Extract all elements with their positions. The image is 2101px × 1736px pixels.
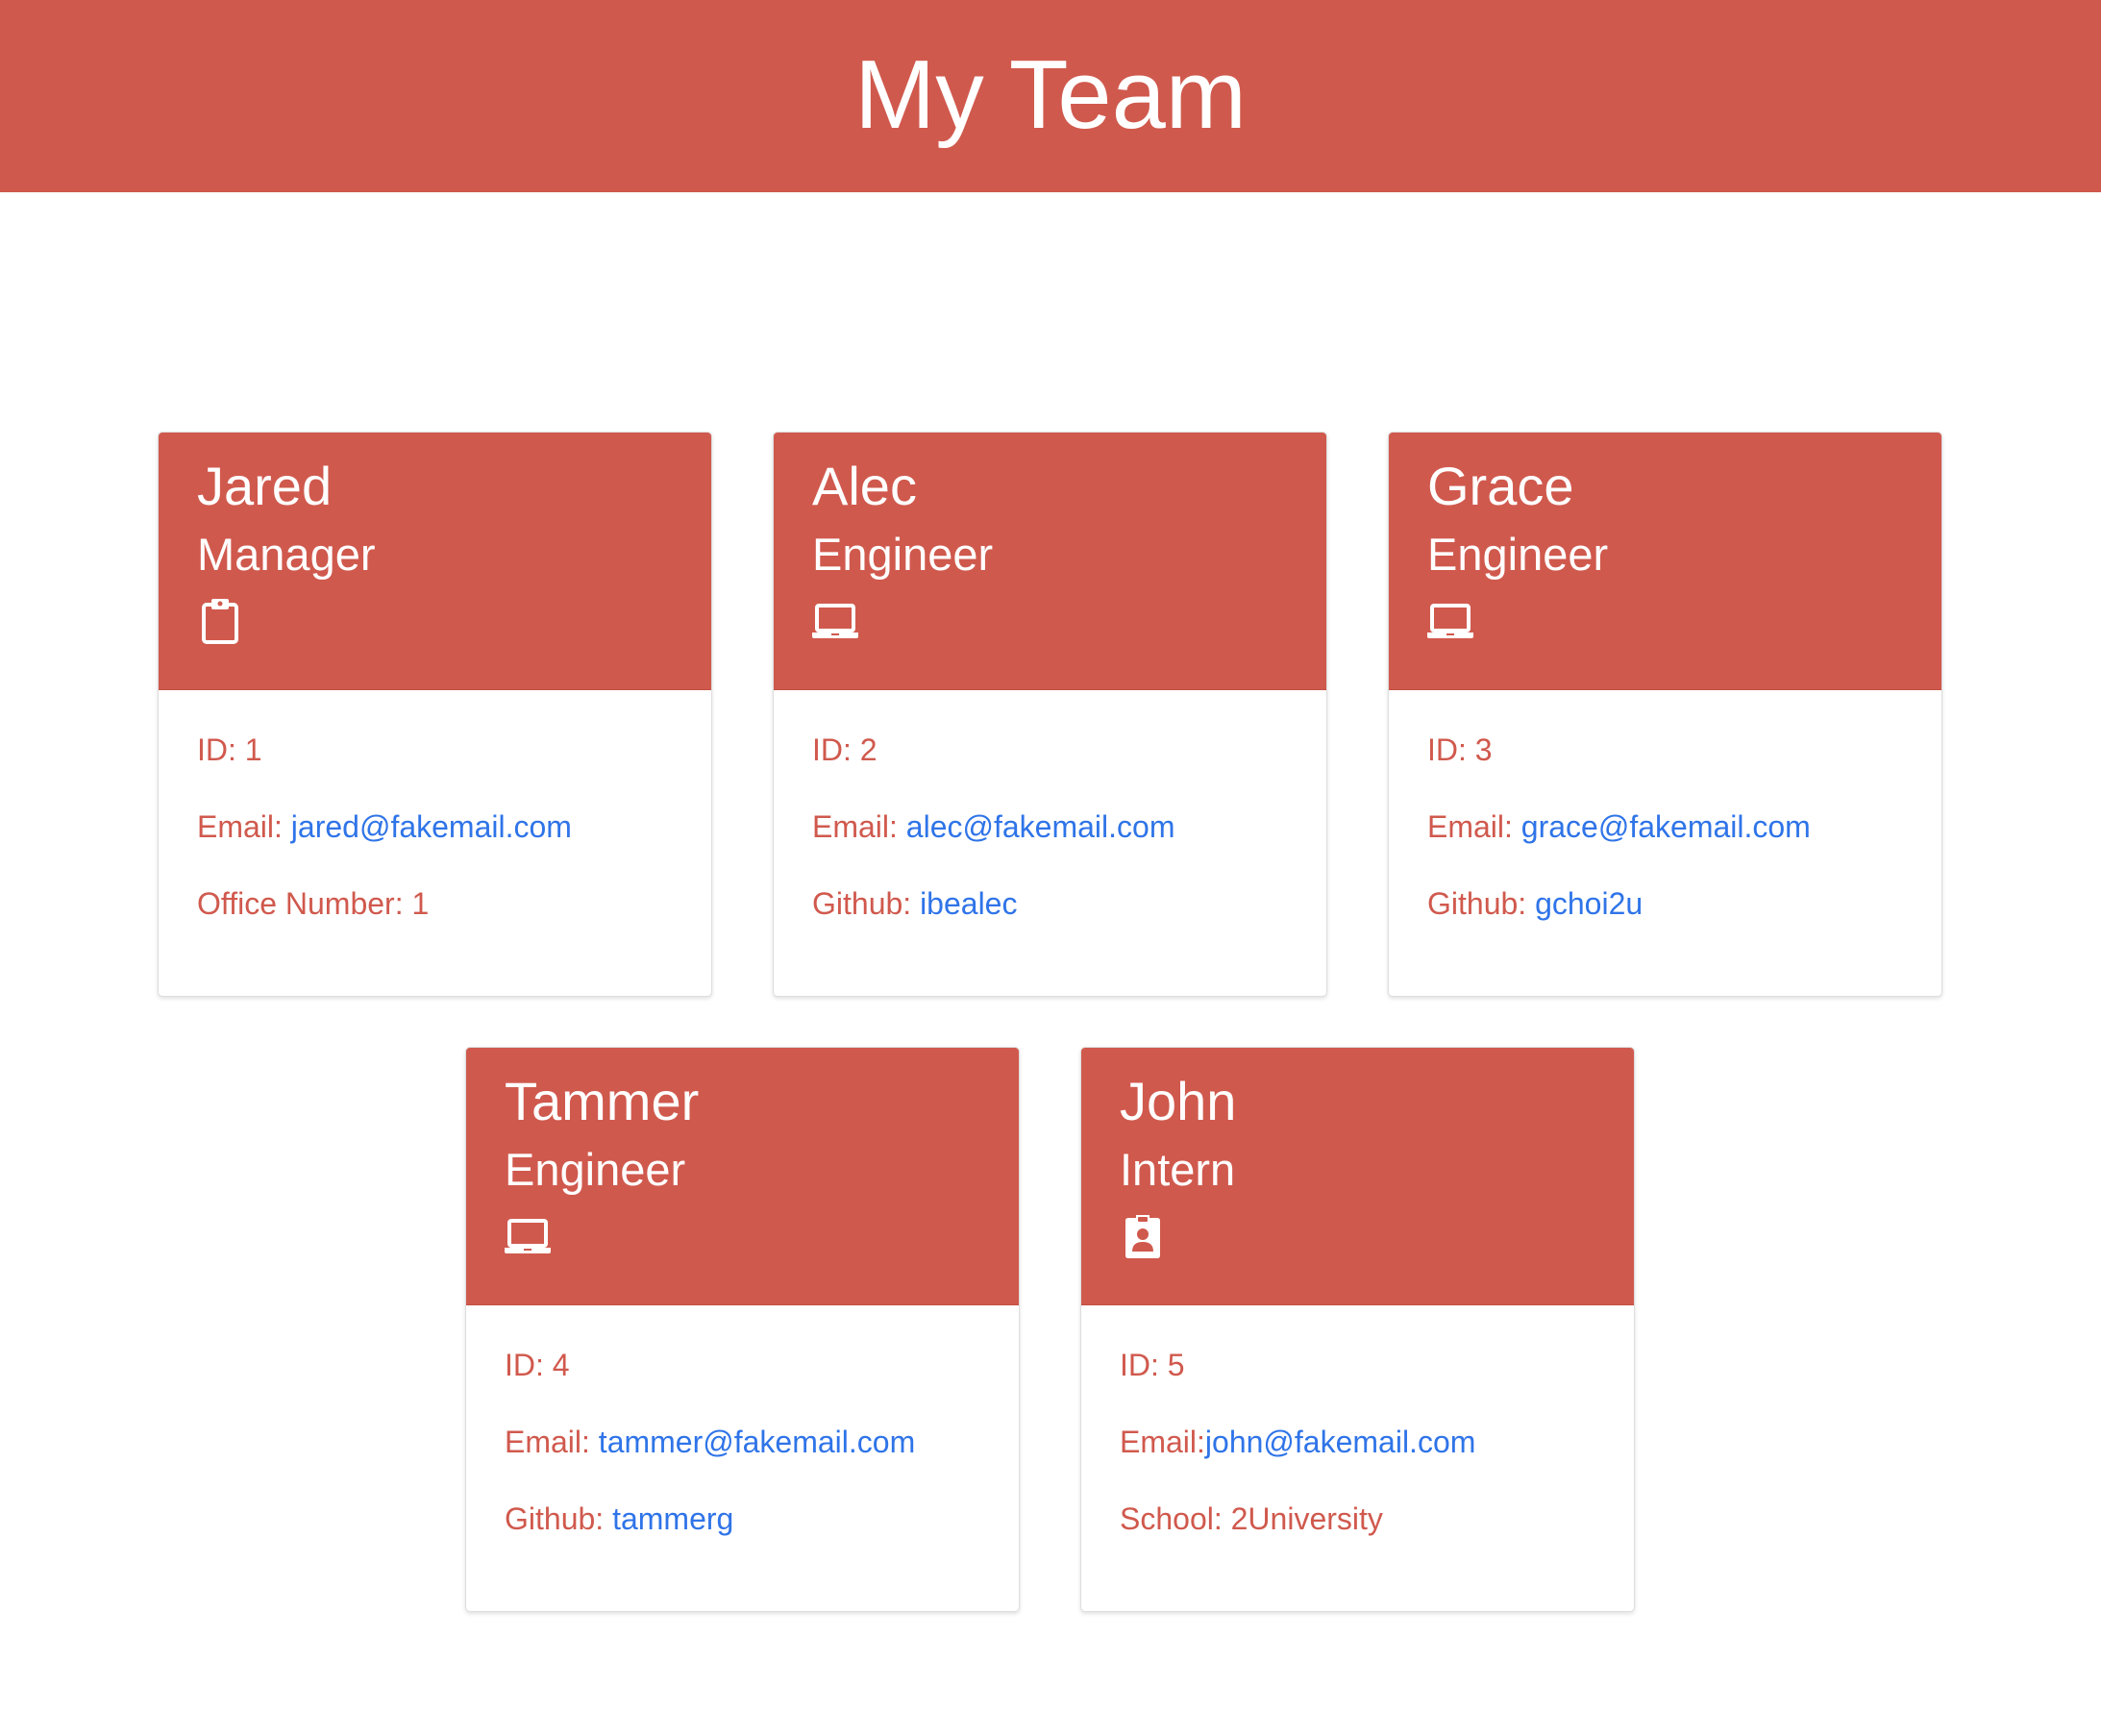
- github-label: Github:: [505, 1501, 605, 1536]
- github-row: Github: ibealec: [812, 884, 1288, 923]
- school-row: School: 2University: [1120, 1500, 1595, 1538]
- card-header: Alec Engineer: [774, 433, 1326, 690]
- employee-name: Grace: [1427, 456, 1574, 516]
- employee-card-alec: Alec Engineer ID: 2 Email: alec@fakemail…: [773, 432, 1327, 997]
- employee-email-row: Email: alec@fakemail.com: [812, 807, 1288, 846]
- card-body: ID: 3 Email: grace@fakemail.com Github: …: [1389, 690, 1941, 923]
- employee-email-row: Email: jared@fakemail.com: [197, 807, 673, 846]
- github-link[interactable]: ibealec: [920, 886, 1017, 921]
- github-link[interactable]: tammerg: [612, 1501, 733, 1536]
- office-number-value: 1: [411, 886, 430, 921]
- employee-role: Engineer: [1427, 529, 1609, 580]
- employee-name: Jared: [197, 456, 333, 516]
- id-value: 5: [1167, 1348, 1185, 1382]
- employee-id-row: ID: 2: [812, 731, 1288, 769]
- id-value: 3: [1474, 732, 1493, 767]
- github-label: Github:: [1427, 886, 1527, 921]
- employee-card-grace: Grace Engineer ID: 3 Email: grace@fakema…: [1388, 432, 1942, 997]
- card-body: ID: 1 Email: jared@fakemail.com Office N…: [159, 690, 711, 923]
- email-link[interactable]: grace@fakemail.com: [1521, 809, 1811, 844]
- email-link[interactable]: jared@fakemail.com: [291, 809, 572, 844]
- card-header: Tammer Engineer: [466, 1048, 1019, 1305]
- employee-email-row: Email: grace@fakemail.com: [1427, 807, 1903, 846]
- employee-name: Tammer: [505, 1071, 700, 1131]
- github-label: Github:: [812, 886, 912, 921]
- card-body: ID: 2 Email: alec@fakemail.com Github: i…: [774, 690, 1326, 923]
- id-badge-icon: [1120, 1213, 1166, 1259]
- card-body: ID: 5 Email:john@fakemail.com School: 2U…: [1081, 1305, 1634, 1538]
- id-value: 1: [244, 732, 262, 767]
- email-label: Email:: [197, 809, 283, 844]
- employee-name: John: [1120, 1071, 1237, 1131]
- laptop-icon: [812, 598, 858, 644]
- github-row: Github: tammerg: [505, 1500, 980, 1538]
- email-label: Email:: [505, 1425, 590, 1459]
- page-title: My Team: [854, 40, 1247, 149]
- email-label: Email:: [1120, 1425, 1205, 1459]
- id-label: ID:: [1120, 1348, 1159, 1382]
- clipboard-icon: [197, 598, 243, 644]
- laptop-icon: [505, 1213, 551, 1259]
- employee-email-row: Email:john@fakemail.com: [1120, 1423, 1595, 1461]
- id-value: 2: [859, 732, 877, 767]
- id-label: ID:: [197, 732, 236, 767]
- id-label: ID:: [812, 732, 852, 767]
- office-number-row: Office Number: 1: [197, 884, 673, 923]
- employee-role: Engineer: [812, 529, 994, 580]
- id-value: 4: [552, 1348, 570, 1382]
- employee-name: Alec: [812, 456, 917, 516]
- email-label: Email:: [1427, 809, 1513, 844]
- github-row: Github: gchoi2u: [1427, 884, 1903, 923]
- card-header: Jared Manager: [159, 433, 711, 690]
- employee-card-tammer: Tammer Engineer ID: 4 Email: tammer@fake…: [465, 1047, 1020, 1612]
- school-value: 2University: [1230, 1501, 1383, 1536]
- id-label: ID:: [505, 1348, 544, 1382]
- employee-id-row: ID: 1: [197, 731, 673, 769]
- page-header: My Team: [0, 0, 2101, 192]
- card-header: John Intern: [1081, 1048, 1634, 1305]
- employee-card-jared: Jared Manager ID: 1 Email: jared@fakemai…: [158, 432, 712, 997]
- email-label: Email:: [812, 809, 898, 844]
- email-link[interactable]: tammer@fakemail.com: [599, 1425, 915, 1459]
- employee-role: Manager: [197, 529, 376, 580]
- office-number-label: Office Number:: [197, 886, 404, 921]
- employee-card-john: John Intern ID: 5 Email:john@fakemail.co…: [1080, 1047, 1635, 1612]
- school-label: School:: [1120, 1501, 1223, 1536]
- employee-role: Engineer: [505, 1144, 686, 1195]
- card-body: ID: 4 Email: tammer@fakemail.com Github:…: [466, 1305, 1019, 1538]
- employee-role: Intern: [1120, 1144, 1236, 1195]
- email-link[interactable]: alec@fakemail.com: [906, 809, 1175, 844]
- email-link[interactable]: john@fakemail.com: [1205, 1425, 1475, 1459]
- github-link[interactable]: gchoi2u: [1535, 886, 1643, 921]
- laptop-icon: [1427, 598, 1473, 644]
- employee-id-row: ID: 5: [1120, 1346, 1595, 1384]
- id-label: ID:: [1427, 732, 1467, 767]
- employee-id-row: ID: 3: [1427, 731, 1903, 769]
- employee-id-row: ID: 4: [505, 1346, 980, 1384]
- card-header: Grace Engineer: [1389, 433, 1941, 690]
- employee-email-row: Email: tammer@fakemail.com: [505, 1423, 980, 1461]
